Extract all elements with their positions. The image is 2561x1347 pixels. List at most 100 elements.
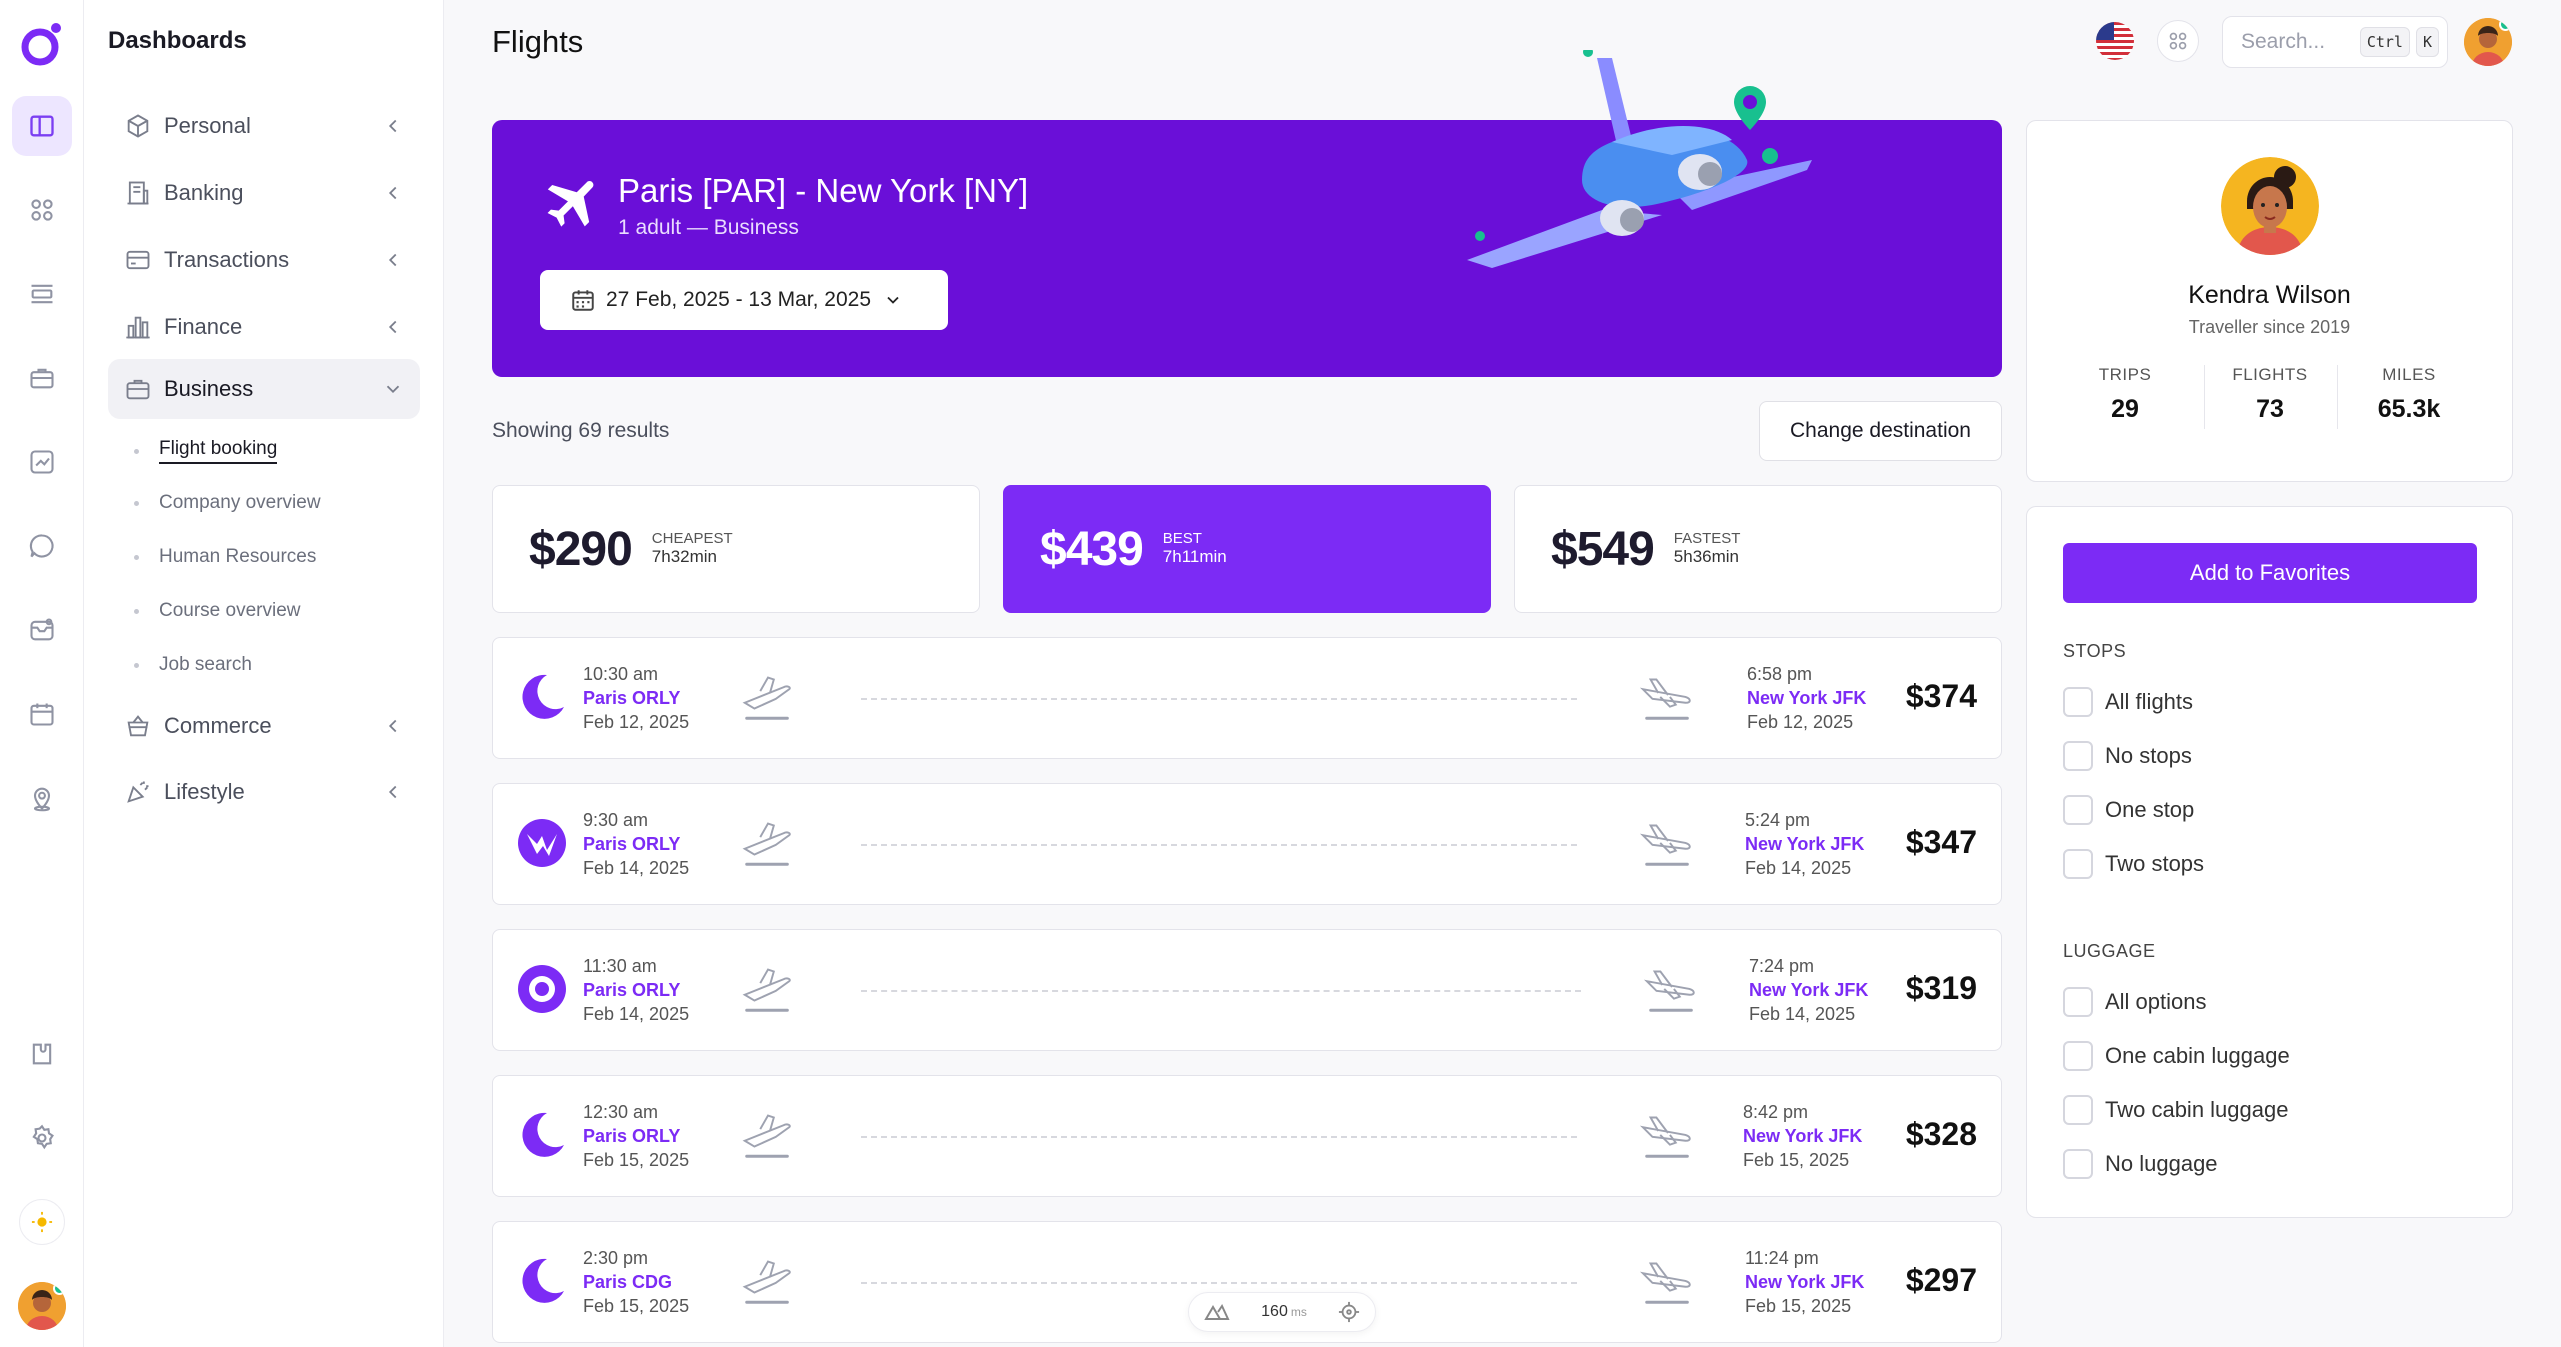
flight-price: $328 (1905, 1116, 1977, 1152)
stat-value: 29 (2111, 395, 2139, 423)
sidebar-subitem-flight-booking[interactable]: Flight booking (134, 438, 278, 464)
apps-grid-icon (31, 199, 53, 221)
search-placeholder: Search... (2241, 30, 2326, 53)
rail-chat-button[interactable] (12, 516, 72, 576)
rail-calendar-button[interactable] (12, 684, 72, 744)
sidebar-item-personal[interactable]: Personal (108, 96, 420, 156)
nuxt-logo-icon[interactable] (1204, 1303, 1230, 1321)
filter-label: Two cabin luggage (2105, 1097, 2289, 1122)
sidebar-item-label: Lifestyle (164, 779, 245, 804)
checkbox[interactable] (2063, 795, 2093, 825)
arrival-time: 7:24 pm (1749, 956, 1815, 976)
checkbox[interactable] (2063, 741, 2093, 771)
airplane-illustration (1467, 50, 1812, 268)
checkbox[interactable] (2063, 1041, 2093, 1071)
gear-icon (32, 1124, 54, 1150)
filter-label: All options (2105, 989, 2207, 1014)
filter-all-options[interactable]: All options (2063, 987, 2207, 1017)
flight-row[interactable]: 9:30 am Paris ORLY Feb 14, 2025 5:24 pm … (492, 783, 2002, 905)
card-icon (126, 250, 150, 270)
arrival-time: 5:24 pm (1745, 810, 1811, 830)
stat-value: 65.3k (2377, 395, 2441, 423)
filter-no-luggage[interactable]: No luggage (2063, 1149, 2218, 1179)
sidebar: Dashboards Personal Banking Transactions… (84, 0, 444, 1347)
departure-date: Feb 15, 2025 (583, 1150, 690, 1170)
filter-one-cabin-luggage[interactable]: One cabin luggage (2063, 1041, 2290, 1071)
checkbox[interactable] (2063, 1095, 2093, 1125)
flight-row[interactable]: 12:30 am Paris ORLY Feb 15, 2025 8:42 pm… (492, 1075, 2002, 1197)
price-amount: $439 (1040, 522, 1144, 576)
departure-city: Paris ORLY (583, 834, 681, 854)
filter-all-flights[interactable]: All flights (2063, 687, 2193, 717)
sidebar-item-transactions[interactable]: Transactions (108, 230, 420, 290)
bullet-dot (134, 500, 139, 506)
filter-two-cabin-luggage[interactable]: Two cabin luggage (2063, 1095, 2288, 1125)
price-card-cheapest[interactable]: $290 CHEAPEST 7h32min (492, 485, 980, 613)
checkbox[interactable] (2063, 987, 2093, 1017)
checkbox[interactable] (2063, 687, 2093, 717)
flight-row[interactable]: 11:30 am Paris ORLY Feb 14, 2025 7:24 pm… (492, 929, 2002, 1051)
rail-apps-button[interactable] (12, 180, 72, 240)
trend-chart-icon (30, 450, 54, 474)
sidebar-item-label: Finance (164, 314, 243, 339)
price-card-fastest[interactable]: $549 FASTEST 5h36min (1514, 485, 2002, 613)
date-range-picker[interactable]: 27 Feb, 2025 - 13 Mar, 2025 (540, 270, 948, 330)
rail-inbox-button[interactable] (12, 600, 72, 660)
chevron-left-icon (388, 719, 397, 733)
flight-row[interactable]: 10:30 am Paris ORLY Feb 12, 2025 6:58 pm… (492, 637, 2002, 759)
takeoff-plane-icon (742, 1260, 791, 1304)
add-to-favorites-button[interactable]: Add to Favorites (2063, 543, 2477, 603)
sun-icon (19, 1199, 65, 1245)
us-flag-icon[interactable] (2096, 22, 2134, 60)
rail-layout-button[interactable] (12, 264, 72, 324)
price-card-best[interactable]: $439 BEST 7h11min (1003, 485, 1491, 613)
header-user-avatar[interactable] (2464, 18, 2512, 66)
sidebar-item-commerce[interactable]: Commerce (108, 696, 420, 756)
rail-settings-button[interactable] (12, 1108, 72, 1168)
checkbox[interactable] (2063, 849, 2093, 879)
chat-bubble-icon (29, 534, 54, 558)
crosshair-icon[interactable] (1338, 1301, 1360, 1323)
chevron-left-icon (388, 785, 397, 799)
change-destination-button[interactable]: Change destination (1759, 401, 2002, 461)
search-input[interactable]: Search... Ctrl K (2222, 16, 2448, 68)
sidebar-item-lifestyle[interactable]: Lifestyle (108, 762, 420, 822)
airline-logo-moon-icon (522, 674, 564, 719)
bank-icon (127, 181, 149, 205)
sidebar-item-finance[interactable]: Finance (108, 297, 420, 357)
flight-price: $319 (1905, 970, 1977, 1006)
app-logo[interactable] (18, 20, 66, 68)
online-status-dot (2499, 18, 2512, 31)
route-line (861, 698, 1577, 700)
chevron-down-icon (386, 385, 400, 394)
sidebar-subitem-human-resources[interactable]: Human Resources (134, 546, 316, 568)
chevron-left-icon (388, 320, 397, 334)
header-apps-button[interactable] (2157, 20, 2199, 62)
rail-briefcase-button[interactable] (12, 348, 72, 408)
sidebar-item-business[interactable]: Business (108, 359, 420, 419)
landing-plane-icon (1639, 1262, 1691, 1304)
sidebar-subitem-job-search[interactable]: Job search (134, 654, 252, 676)
takeoff-plane-icon (742, 968, 791, 1012)
bullet-dot (134, 608, 139, 614)
sidebar-subitem-course-overview[interactable]: Course overview (134, 600, 301, 622)
rail-map-button[interactable] (12, 768, 72, 828)
departure-date: Feb 12, 2025 (583, 712, 690, 732)
rail-analytics-button[interactable] (12, 432, 72, 492)
checkbox[interactable] (2063, 1149, 2093, 1179)
airplane-icon (547, 181, 594, 227)
rail-dashboards-button[interactable] (12, 96, 72, 156)
filter-one-stop[interactable]: One stop (2063, 795, 2194, 825)
sidebar-subitem-company-overview[interactable]: Company overview (134, 492, 321, 514)
rail-components-button[interactable] (12, 1024, 72, 1084)
filter-two-stops[interactable]: Two stops (2063, 849, 2204, 879)
theme-toggle-button[interactable] (12, 1192, 72, 1252)
sidebar-item-banking[interactable]: Banking (108, 163, 420, 223)
sidebar-subitem-label: Human Resources (159, 546, 317, 567)
basket-icon (127, 715, 149, 737)
rail-user-avatar[interactable] (18, 1282, 66, 1330)
departure-time: 11:30 am (583, 956, 657, 976)
takeoff-plane-icon (742, 1114, 791, 1158)
filter-no-stops[interactable]: No stops (2063, 741, 2192, 771)
departure-time: 10:30 am (583, 664, 659, 684)
